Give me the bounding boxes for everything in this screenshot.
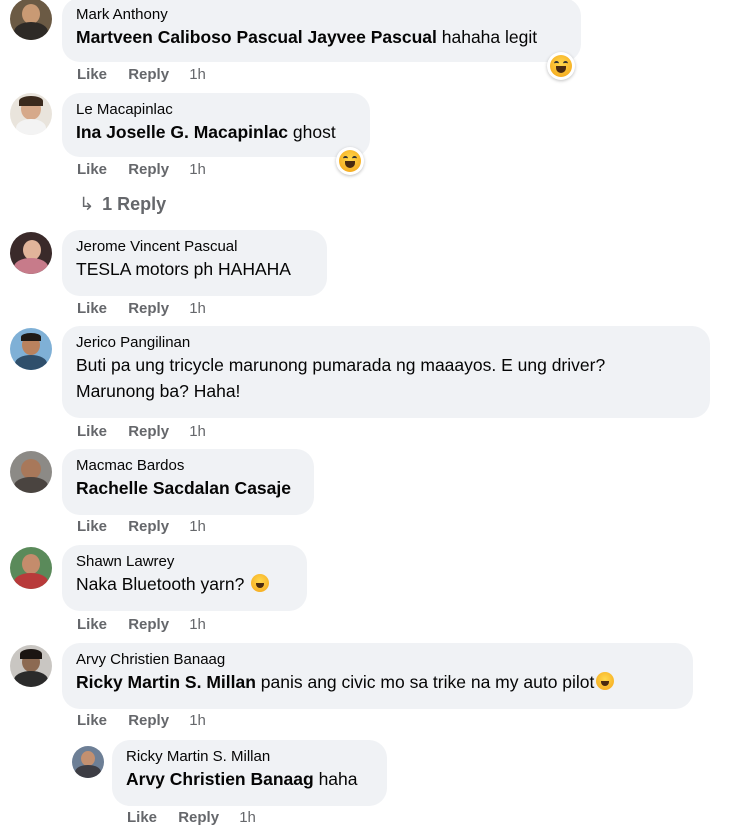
- avatar[interactable]: [10, 547, 52, 589]
- reply-button[interactable]: Reply: [128, 616, 169, 633]
- comment-actions: Like Reply 1h: [77, 518, 206, 535]
- comment-author[interactable]: Shawn Lawrey: [76, 552, 293, 571]
- comment-author[interactable]: Macmac Bardos: [76, 456, 300, 475]
- comment-bubble: Ricky Martin S. Millan Arvy Christien Ba…: [112, 740, 387, 806]
- comment-actions: Like Reply 1h: [77, 616, 206, 633]
- like-button[interactable]: Like: [77, 66, 107, 83]
- comment-time[interactable]: 1h: [189, 518, 206, 535]
- comment-text: Buti pa ung tricycle marunong pumarada n…: [76, 355, 606, 375]
- laughing-emoji[interactable]: [336, 147, 364, 175]
- avatar[interactable]: [10, 93, 52, 135]
- comment-text: Ina Joselle G. Macapinlac ghost: [76, 119, 356, 145]
- comment-actions: Like Reply 1h: [77, 161, 206, 178]
- comment-time[interactable]: 1h: [189, 423, 206, 440]
- comment-mention[interactable]: Ricky Martin S. Millan: [76, 672, 256, 692]
- avatar[interactable]: [10, 451, 52, 493]
- comment-bubble: Shawn Lawrey Naka Bluetooth yarn?: [62, 545, 307, 611]
- like-button[interactable]: Like: [77, 423, 107, 440]
- comment-text: TESLA motors ph HAHAHA: [76, 256, 313, 282]
- laughing-emoji[interactable]: [547, 52, 575, 80]
- like-button[interactable]: Like: [77, 712, 107, 729]
- avatar[interactable]: [10, 0, 52, 40]
- avatar[interactable]: [10, 232, 52, 274]
- rofl-emoji-icon: [596, 672, 615, 690]
- comment-author[interactable]: Arvy Christien Banaag: [76, 650, 679, 669]
- avatar[interactable]: [10, 328, 52, 370]
- comment-body: Naka Bluetooth yarn?: [76, 574, 250, 594]
- comment-author[interactable]: Mark Anthony: [76, 5, 567, 24]
- reply-button[interactable]: Reply: [128, 423, 169, 440]
- avatar[interactable]: [72, 746, 104, 778]
- reply-arrow-icon: ↳: [79, 194, 95, 214]
- comment-time[interactable]: 1h: [239, 809, 256, 826]
- comment-time[interactable]: 1h: [189, 712, 206, 729]
- comment-author[interactable]: Jerome Vincent Pascual: [76, 237, 313, 256]
- reply-button[interactable]: Reply: [178, 809, 219, 826]
- comment-author[interactable]: Le Macapinlac: [76, 100, 356, 119]
- like-button[interactable]: Like: [77, 300, 107, 317]
- comment-actions: Like Reply 1h: [127, 809, 256, 826]
- comment-time[interactable]: 1h: [189, 66, 206, 83]
- comment-bubble: Arvy Christien Banaag Ricky Martin S. Mi…: [62, 643, 693, 709]
- comment-body: ghost: [288, 122, 336, 142]
- comment-mention[interactable]: Martveen Caliboso Pascual Jayvee Pascual: [76, 27, 437, 47]
- comment-text: Martveen Caliboso Pascual Jayvee Pascual…: [76, 24, 567, 50]
- comment-text: Ricky Martin S. Millan panis ang civic m…: [76, 669, 679, 695]
- comment-author[interactable]: Jerico Pangilinan: [76, 333, 696, 352]
- comment-text-line-2: Marunong ba? Haha!: [76, 381, 241, 401]
- comment-time[interactable]: 1h: [189, 161, 206, 178]
- comment-bubble: Le Macapinlac Ina Joselle G. Macapinlac …: [62, 93, 370, 157]
- comment-text: Rachelle Sacdalan Casaje: [76, 475, 300, 501]
- avatar[interactable]: [10, 645, 52, 687]
- laughing-emoji-icon: [339, 150, 361, 172]
- comment-body: panis ang civic mo sa trike na my auto p…: [255, 672, 595, 692]
- comment-text: Naka Bluetooth yarn?: [76, 571, 293, 597]
- reply-button[interactable]: Reply: [128, 518, 169, 535]
- comment-mention[interactable]: Rachelle Sacdalan Casaje: [76, 478, 291, 498]
- comment-bubble: Mark Anthony Martveen Caliboso Pascual J…: [62, 0, 581, 62]
- comment-actions: Like Reply 1h: [77, 300, 206, 317]
- like-button[interactable]: Like: [127, 809, 157, 826]
- comment-body: haha: [313, 769, 358, 789]
- like-button[interactable]: Like: [77, 616, 107, 633]
- like-button[interactable]: Like: [77, 161, 107, 178]
- comment-mention[interactable]: Ina Joselle G. Macapinlac: [76, 122, 288, 142]
- reply-button[interactable]: Reply: [128, 712, 169, 729]
- comment-body: TESLA motors ph HAHAHA: [76, 259, 291, 279]
- comment-bubble: Macmac Bardos Rachelle Sacdalan Casaje: [62, 449, 314, 515]
- comment-actions: Like Reply 1h: [77, 712, 206, 729]
- comment-time[interactable]: 1h: [189, 616, 206, 633]
- comment-mention[interactable]: Arvy Christien Banaag: [126, 769, 314, 789]
- laughing-emoji-icon: [251, 574, 270, 592]
- comment-actions: Like Reply 1h: [77, 423, 206, 440]
- view-replies-label: 1 Reply: [102, 194, 167, 214]
- comment-author[interactable]: Ricky Martin S. Millan: [126, 747, 373, 766]
- comment-time[interactable]: 1h: [189, 300, 206, 317]
- comment-bubble: Jerico Pangilinan Buti pa ung tricycle m…: [62, 326, 710, 418]
- comment-actions: Like Reply 1h: [77, 66, 206, 83]
- laughing-emoji-icon: [550, 55, 572, 77]
- view-replies-link[interactable]: ↳ 1 Reply: [79, 194, 166, 215]
- like-button[interactable]: Like: [77, 518, 107, 535]
- reply-button[interactable]: Reply: [128, 66, 169, 83]
- comment-bubble: Jerome Vincent Pascual TESLA motors ph H…: [62, 230, 327, 296]
- reply-button[interactable]: Reply: [128, 300, 169, 317]
- reply-button[interactable]: Reply: [128, 161, 169, 178]
- comment-body: hahaha legit: [436, 27, 538, 47]
- comment-text: Arvy Christien Banaag haha: [126, 766, 373, 792]
